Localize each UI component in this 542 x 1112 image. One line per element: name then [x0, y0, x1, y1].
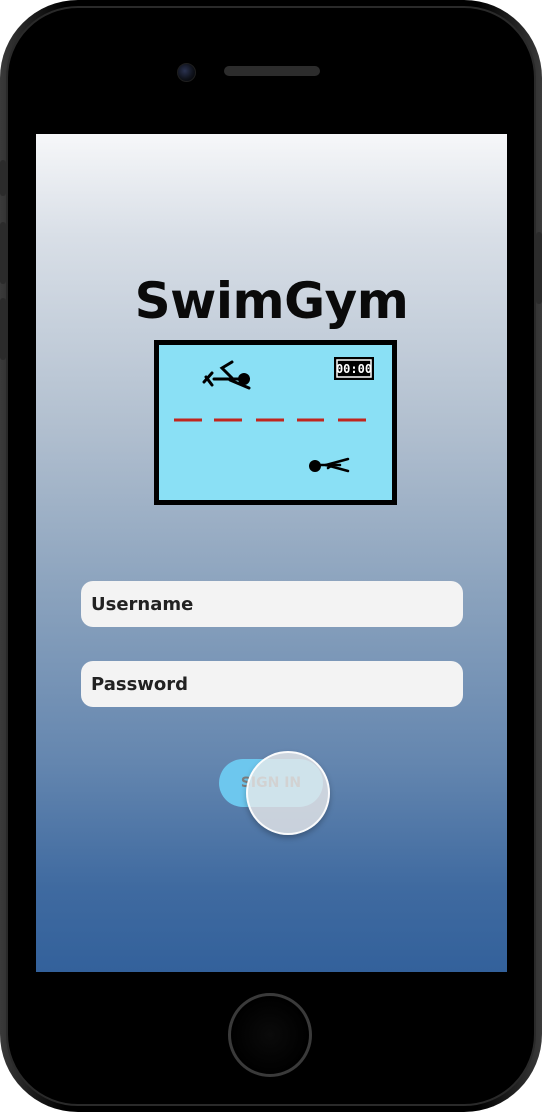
app-screen: SwimGym 00:00 Username SIGN IN — [36, 134, 507, 972]
pool-logo: 00:00 — [154, 340, 397, 505]
silent-switch — [0, 160, 6, 196]
power-button — [536, 232, 542, 304]
sign-in-button[interactable]: SIGN IN — [219, 759, 323, 807]
volume-down-button — [0, 298, 6, 360]
username-field[interactable] — [81, 581, 463, 627]
earpiece-speaker — [224, 66, 320, 76]
timer-icon: 00:00 — [334, 357, 374, 380]
phone-frame: SwimGym 00:00 Username SIGN IN — [0, 0, 542, 1112]
volume-up-button — [0, 222, 6, 284]
app-title: SwimGym — [134, 272, 409, 330]
front-camera — [177, 63, 196, 82]
home-button[interactable] — [228, 993, 312, 1077]
password-field[interactable] — [81, 661, 463, 707]
timer-display: 00:00 — [336, 362, 372, 376]
